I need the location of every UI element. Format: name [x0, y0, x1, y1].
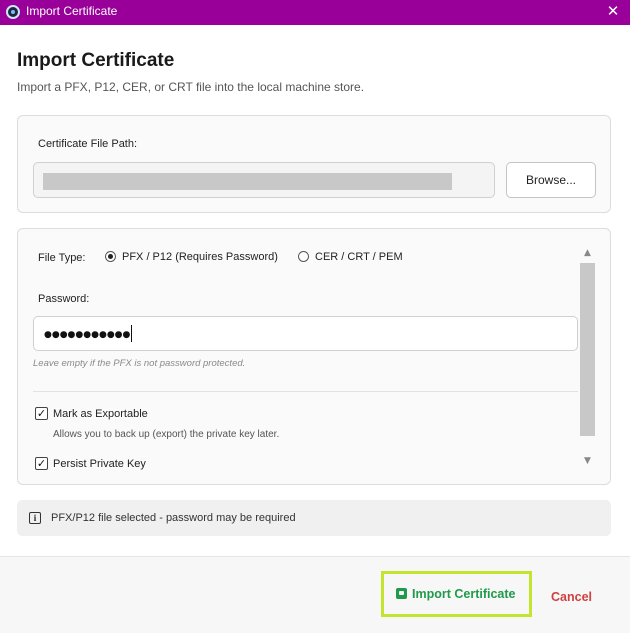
persist-label[interactable]: Persist Private Key: [53, 458, 146, 470]
import-button-label: Import Certificate: [412, 587, 516, 601]
page-subtitle: Import a PFX, P12, CER, or CRT file into…: [17, 80, 365, 94]
exportable-label[interactable]: Mark as Exportable: [53, 408, 148, 420]
title-bar: Import Certificate ✕: [0, 0, 630, 25]
persist-checkbox[interactable]: ✓: [35, 457, 48, 470]
radio-pfx[interactable]: [105, 251, 116, 262]
info-icon: i: [29, 512, 41, 524]
divider: [33, 391, 578, 392]
password-value: ●●●●●●●●●●●: [44, 330, 131, 340]
radio-cer[interactable]: [298, 251, 309, 262]
exportable-description: Allows you to back up (export) the priva…: [53, 429, 280, 440]
radio-cer-label[interactable]: CER / CRT / PEM: [315, 251, 403, 263]
status-text: PFX/P12 file selected - password may be …: [51, 512, 296, 524]
cancel-button[interactable]: Cancel: [551, 590, 592, 604]
file-path-label: Certificate File Path:: [38, 138, 138, 150]
radio-pfx-label[interactable]: PFX / P12 (Requires Password): [122, 251, 278, 263]
password-hint: Leave empty if the PFX is not password p…: [33, 358, 246, 369]
password-label: Password:: [38, 293, 90, 305]
file-path-value: [43, 173, 452, 190]
certificate-icon: [396, 588, 407, 599]
browse-button[interactable]: Browse...: [506, 162, 596, 198]
options-scrollbar[interactable]: ▲ ▼: [579, 245, 596, 469]
options-card: File Type: PFX / P12 (Requires Password)…: [17, 228, 611, 485]
import-certificate-button[interactable]: Import Certificate: [381, 571, 532, 617]
scrollbar-thumb[interactable]: [580, 263, 595, 436]
file-type-label: File Type:: [38, 252, 86, 264]
file-path-card: Certificate File Path: Browse...: [17, 115, 611, 213]
file-path-input[interactable]: [33, 162, 495, 198]
page-title: Import Certificate: [17, 50, 175, 71]
scroll-down-icon[interactable]: ▼: [579, 453, 596, 469]
exportable-checkbox[interactable]: ✓: [35, 407, 48, 420]
status-bar: i PFX/P12 file selected - password may b…: [17, 500, 611, 536]
window-title: Import Certificate: [26, 4, 118, 18]
import-button-content: Import Certificate: [396, 587, 516, 601]
text-caret: [131, 324, 133, 342]
app-icon: [6, 5, 20, 19]
dialog-footer: Import Certificate Cancel: [0, 557, 630, 633]
password-input[interactable]: ●●●●●●●●●●●: [33, 316, 578, 351]
scroll-up-icon[interactable]: ▲: [579, 245, 596, 261]
close-icon[interactable]: ✕: [605, 3, 621, 19]
